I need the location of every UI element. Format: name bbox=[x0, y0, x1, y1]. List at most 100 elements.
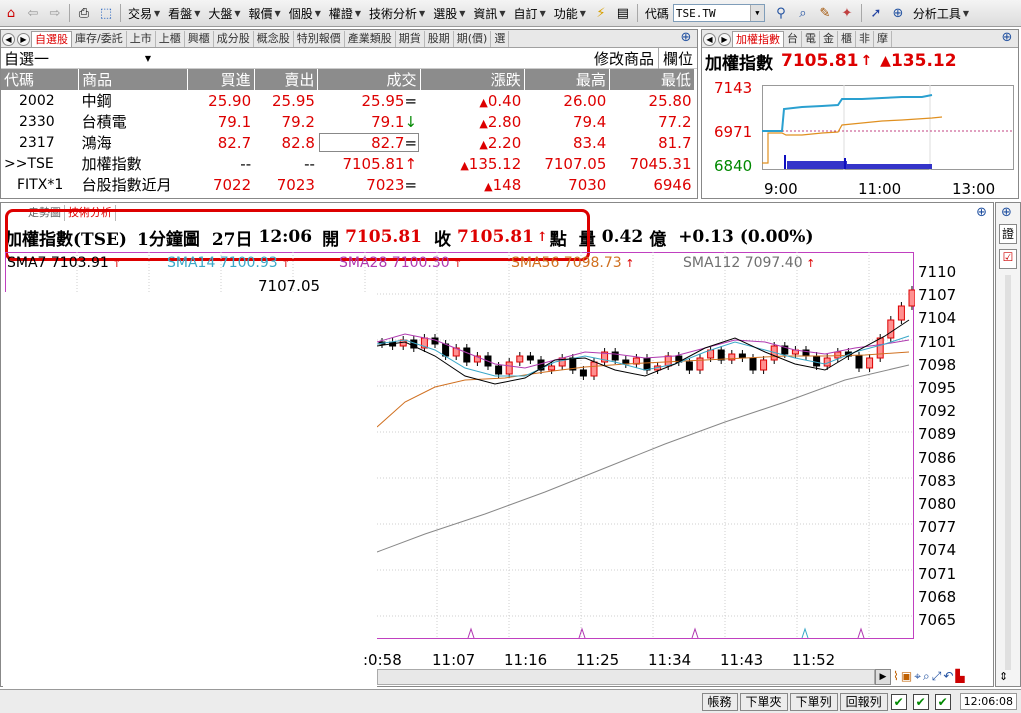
lightning-icon[interactable]: ⚡ bbox=[591, 3, 611, 23]
alert-icon[interactable]: ✦ bbox=[837, 3, 857, 23]
forward-icon[interactable]: ⇨ bbox=[45, 3, 65, 23]
mini-intraday-chart[interactable] bbox=[762, 85, 1014, 171]
tab-tw[interactable]: 台 bbox=[784, 31, 802, 47]
code-value: TSE.TW bbox=[675, 6, 716, 20]
mini-x-label: 11:00 bbox=[858, 180, 902, 198]
side-tab-certificate[interactable]: 證 bbox=[999, 224, 1017, 244]
columns-button[interactable]: 欄位 bbox=[659, 48, 697, 69]
change-value: 2.80 bbox=[487, 112, 522, 131]
window-icon[interactable]: ⬚ bbox=[96, 3, 116, 23]
status-check-icon[interactable]: ✔ bbox=[934, 693, 951, 710]
cell-last-selected[interactable]: 82.7= bbox=[318, 132, 420, 153]
side-tab-check-icon[interactable]: ☑ bbox=[999, 249, 1017, 269]
crosshair-icon[interactable]: ⌖ bbox=[914, 669, 921, 685]
tab-options-price[interactable]: 期(價) bbox=[454, 31, 492, 47]
header-low[interactable]: 最低 bbox=[609, 69, 696, 90]
tab-industry[interactable]: 產業類股 bbox=[345, 31, 396, 47]
tab-prev-icon[interactable]: ◀ bbox=[2, 33, 15, 46]
code-input[interactable]: TSE.TW ▼ bbox=[672, 4, 765, 22]
zoom-tool-icon[interactable]: ⌕ bbox=[923, 669, 930, 685]
header-change[interactable]: 漲跌 bbox=[420, 69, 525, 90]
menu-stock-picker[interactable]: 選股 ▼ bbox=[429, 2, 469, 24]
status-check-icon[interactable]: ✔ bbox=[890, 693, 907, 710]
chart-type-icon[interactable]: ▙ bbox=[955, 669, 964, 685]
calendar-icon[interactable]: ▤ bbox=[613, 3, 633, 23]
tab-non-finance[interactable]: 非 bbox=[856, 31, 874, 47]
calendar-tool-icon[interactable]: ▣ bbox=[901, 669, 912, 685]
tab-watchlist[interactable]: 自選股 bbox=[31, 31, 72, 47]
header-high[interactable]: 最高 bbox=[524, 69, 610, 90]
chart-scrollbar[interactable] bbox=[377, 669, 875, 685]
tab-prev-icon[interactable]: ◀ bbox=[703, 33, 716, 46]
cursor-icon[interactable]: ➚ bbox=[866, 3, 886, 23]
tab-listed[interactable]: 上市 bbox=[127, 31, 156, 47]
binoculars-icon[interactable]: ⚲ bbox=[771, 3, 791, 23]
menu-watch[interactable]: 看盤 ▼ bbox=[164, 2, 204, 24]
tab-otc-index[interactable]: 櫃 bbox=[838, 31, 856, 47]
table-row[interactable]: 2317 鴻海 82.7 82.8 82.7= ▲2.20 83.4 81.7 bbox=[1, 132, 695, 153]
header-last[interactable]: 成交 bbox=[317, 69, 421, 90]
tab-futures[interactable]: 期貨 bbox=[396, 31, 425, 47]
account-button[interactable]: 帳務 bbox=[701, 692, 738, 711]
group-selector[interactable]: 自選一 ▼ bbox=[1, 48, 151, 69]
status-check-icon[interactable]: ✔ bbox=[912, 693, 929, 710]
modify-button[interactable]: 修改商品 bbox=[590, 47, 659, 69]
zoom-in-icon[interactable]: ⊕ bbox=[997, 30, 1017, 47]
search-icon[interactable]: ⌕ bbox=[793, 3, 813, 23]
print-icon[interactable]: ⎙ bbox=[74, 3, 94, 23]
header-code[interactable]: 代碼 bbox=[1, 69, 80, 90]
home-icon[interactable]: ⌂ bbox=[1, 3, 21, 23]
tools-icon[interactable]: ✎ bbox=[815, 3, 835, 23]
menu-info[interactable]: 資訊 ▼ bbox=[469, 2, 509, 24]
menu-stock[interactable]: 個股 ▼ bbox=[285, 2, 325, 24]
cell-code: 2330 bbox=[19, 113, 55, 130]
tab-stock-futures[interactable]: 股期 bbox=[425, 31, 454, 47]
y-axis-label: 7080 bbox=[918, 495, 957, 513]
tab-finance[interactable]: 金 bbox=[820, 31, 838, 47]
tab-inventory[interactable]: 庫存/委託 bbox=[72, 31, 127, 47]
tab-otc[interactable]: 上櫃 bbox=[156, 31, 185, 47]
back-icon[interactable]: ⇦ bbox=[23, 3, 43, 23]
menu-custom[interactable]: 自訂 ▼ bbox=[510, 2, 550, 24]
table-row[interactable]: FITX*1 台股指數近月 7022 7023 7023= ▲148 7030 … bbox=[1, 174, 695, 195]
table-row[interactable]: >>TSE 加權指數 -- -- 7105.81↑ ▲135.12 7107.0… bbox=[1, 153, 695, 174]
header-name[interactable]: 商品 bbox=[78, 69, 188, 90]
order-folder-button[interactable]: 下單夾 bbox=[739, 692, 788, 711]
menu-analysis-tools[interactable]: 分析工具 ▼ bbox=[909, 2, 973, 24]
tab-components[interactable]: 成分股 bbox=[214, 31, 254, 47]
zoom-in-icon[interactable]: ⊕ bbox=[676, 30, 696, 47]
tab-next-icon[interactable]: ▶ bbox=[718, 33, 731, 46]
order-bar-button[interactable]: 下單列 bbox=[789, 692, 838, 711]
zoom-in-icon[interactable]: ⊕ bbox=[976, 205, 987, 220]
report-bar-button[interactable]: 回報列 bbox=[839, 692, 888, 711]
line-tool-icon[interactable]: ⌇ bbox=[893, 669, 899, 685]
tab-msci[interactable]: 摩 bbox=[874, 31, 892, 47]
tab-taiex[interactable]: 加權指數 bbox=[732, 31, 784, 47]
menu-trade[interactable]: 交易 ▼ bbox=[124, 2, 164, 24]
tab-emerging[interactable]: 興櫃 bbox=[185, 31, 214, 47]
scroll-right-button[interactable]: ▶ bbox=[875, 669, 891, 685]
menu-quote[interactable]: 報價 ▼ bbox=[245, 2, 285, 24]
expand-icon[interactable]: ⤢ bbox=[932, 669, 942, 685]
tab-special-quote[interactable]: 特別報價 bbox=[294, 31, 345, 47]
dropdown-arrow-icon[interactable]: ▼ bbox=[749, 5, 764, 21]
tab-next-icon[interactable]: ▶ bbox=[17, 33, 30, 46]
menu-tech-analysis[interactable]: 技術分析 ▼ bbox=[365, 2, 429, 24]
tab-electronics[interactable]: 電 bbox=[802, 31, 820, 47]
tab-concept[interactable]: 概念股 bbox=[254, 31, 294, 47]
header-ask[interactable]: 賣出 bbox=[254, 69, 319, 90]
zoom-in-icon[interactable]: ⊕ bbox=[1001, 205, 1012, 220]
tab-options[interactable]: 選 bbox=[491, 31, 510, 47]
quote-table: 代碼 商品 買進 賣出 成交 漲跌 最高 最低 2002 中鋼 25.90 25… bbox=[1, 69, 696, 195]
scroll-arrows-icon[interactable]: ⇕ bbox=[999, 670, 1008, 683]
menu-function[interactable]: 功能 ▼ bbox=[550, 2, 590, 24]
table-row[interactable]: 2002 中鋼 25.90 25.95 25.95= ▲0.40 26.00 2… bbox=[1, 90, 695, 111]
menu-market[interactable]: 大盤 ▼ bbox=[204, 2, 244, 24]
menu-warrant[interactable]: 權證 ▼ bbox=[325, 2, 365, 24]
cell-last: 79.1↓ bbox=[318, 111, 420, 132]
zoom-icon[interactable]: ⊕ bbox=[888, 3, 908, 23]
undo-icon[interactable]: ↶ bbox=[943, 669, 953, 685]
header-bid[interactable]: 買進 bbox=[187, 69, 255, 90]
vertical-scrollbar[interactable] bbox=[1005, 275, 1011, 670]
table-row[interactable]: 2330 台積電 79.1 79.2 79.1↓ ▲2.80 79.4 77.2 bbox=[1, 111, 695, 132]
